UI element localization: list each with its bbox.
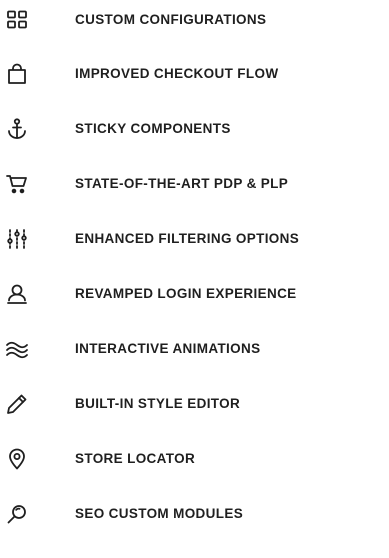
feature-item-custom-configurations: CUSTOM CONFIGURATIONS [0, 0, 389, 40]
feature-item-built-in-style-editor: BUILT-IN STYLE EDITOR [0, 384, 389, 424]
feature-item-enhanced-filtering-options: ENHANCED FILTERING OPTIONS [0, 219, 389, 259]
feature-item-store-locator: STORE LOCATOR [0, 439, 389, 479]
feature-label: SEO CUSTOM MODULES [75, 506, 244, 522]
waves-icon [5, 337, 29, 361]
feature-item-state-of-the-art-pdp-plp: STATE-OF-THE-ART PDP & PLP [0, 164, 389, 204]
feature-label: STATE-OF-THE-ART PDP & PLP [75, 176, 289, 192]
feature-item-sticky-components: STICKY COMPONENTS [0, 109, 389, 149]
feature-label: INTERACTIVE ANIMATIONS [75, 341, 261, 357]
shopping-cart-icon [5, 172, 29, 196]
user-icon [5, 282, 29, 306]
feature-item-improved-checkout-flow: IMPROVED CHECKOUT FLOW [0, 54, 389, 94]
search-icon [5, 502, 29, 526]
feature-label: CUSTOM CONFIGURATIONS [75, 12, 267, 28]
pencil-icon [5, 392, 29, 416]
feature-item-seo-custom-modules: SEO CUSTOM MODULES [0, 494, 389, 534]
feature-label: IMPROVED CHECKOUT FLOW [75, 66, 279, 82]
feature-list: CUSTOM CONFIGURATIONS IMPROVED CHECKOUT … [0, 0, 389, 558]
grid-icon [5, 8, 29, 32]
feature-item-interactive-animations: INTERACTIVE ANIMATIONS [0, 329, 389, 369]
anchor-icon [5, 117, 29, 141]
map-pin-icon [5, 447, 29, 471]
shopping-bag-icon [5, 62, 29, 86]
feature-item-revamped-login-experience: REVAMPED LOGIN EXPERIENCE [0, 274, 389, 314]
feature-label: BUILT-IN STYLE EDITOR [75, 396, 241, 412]
feature-label: REVAMPED LOGIN EXPERIENCE [75, 286, 297, 302]
feature-label: STICKY COMPONENTS [75, 121, 231, 137]
feature-label: ENHANCED FILTERING OPTIONS [75, 231, 300, 247]
feature-label: STORE LOCATOR [75, 451, 196, 467]
sliders-icon [5, 227, 29, 251]
